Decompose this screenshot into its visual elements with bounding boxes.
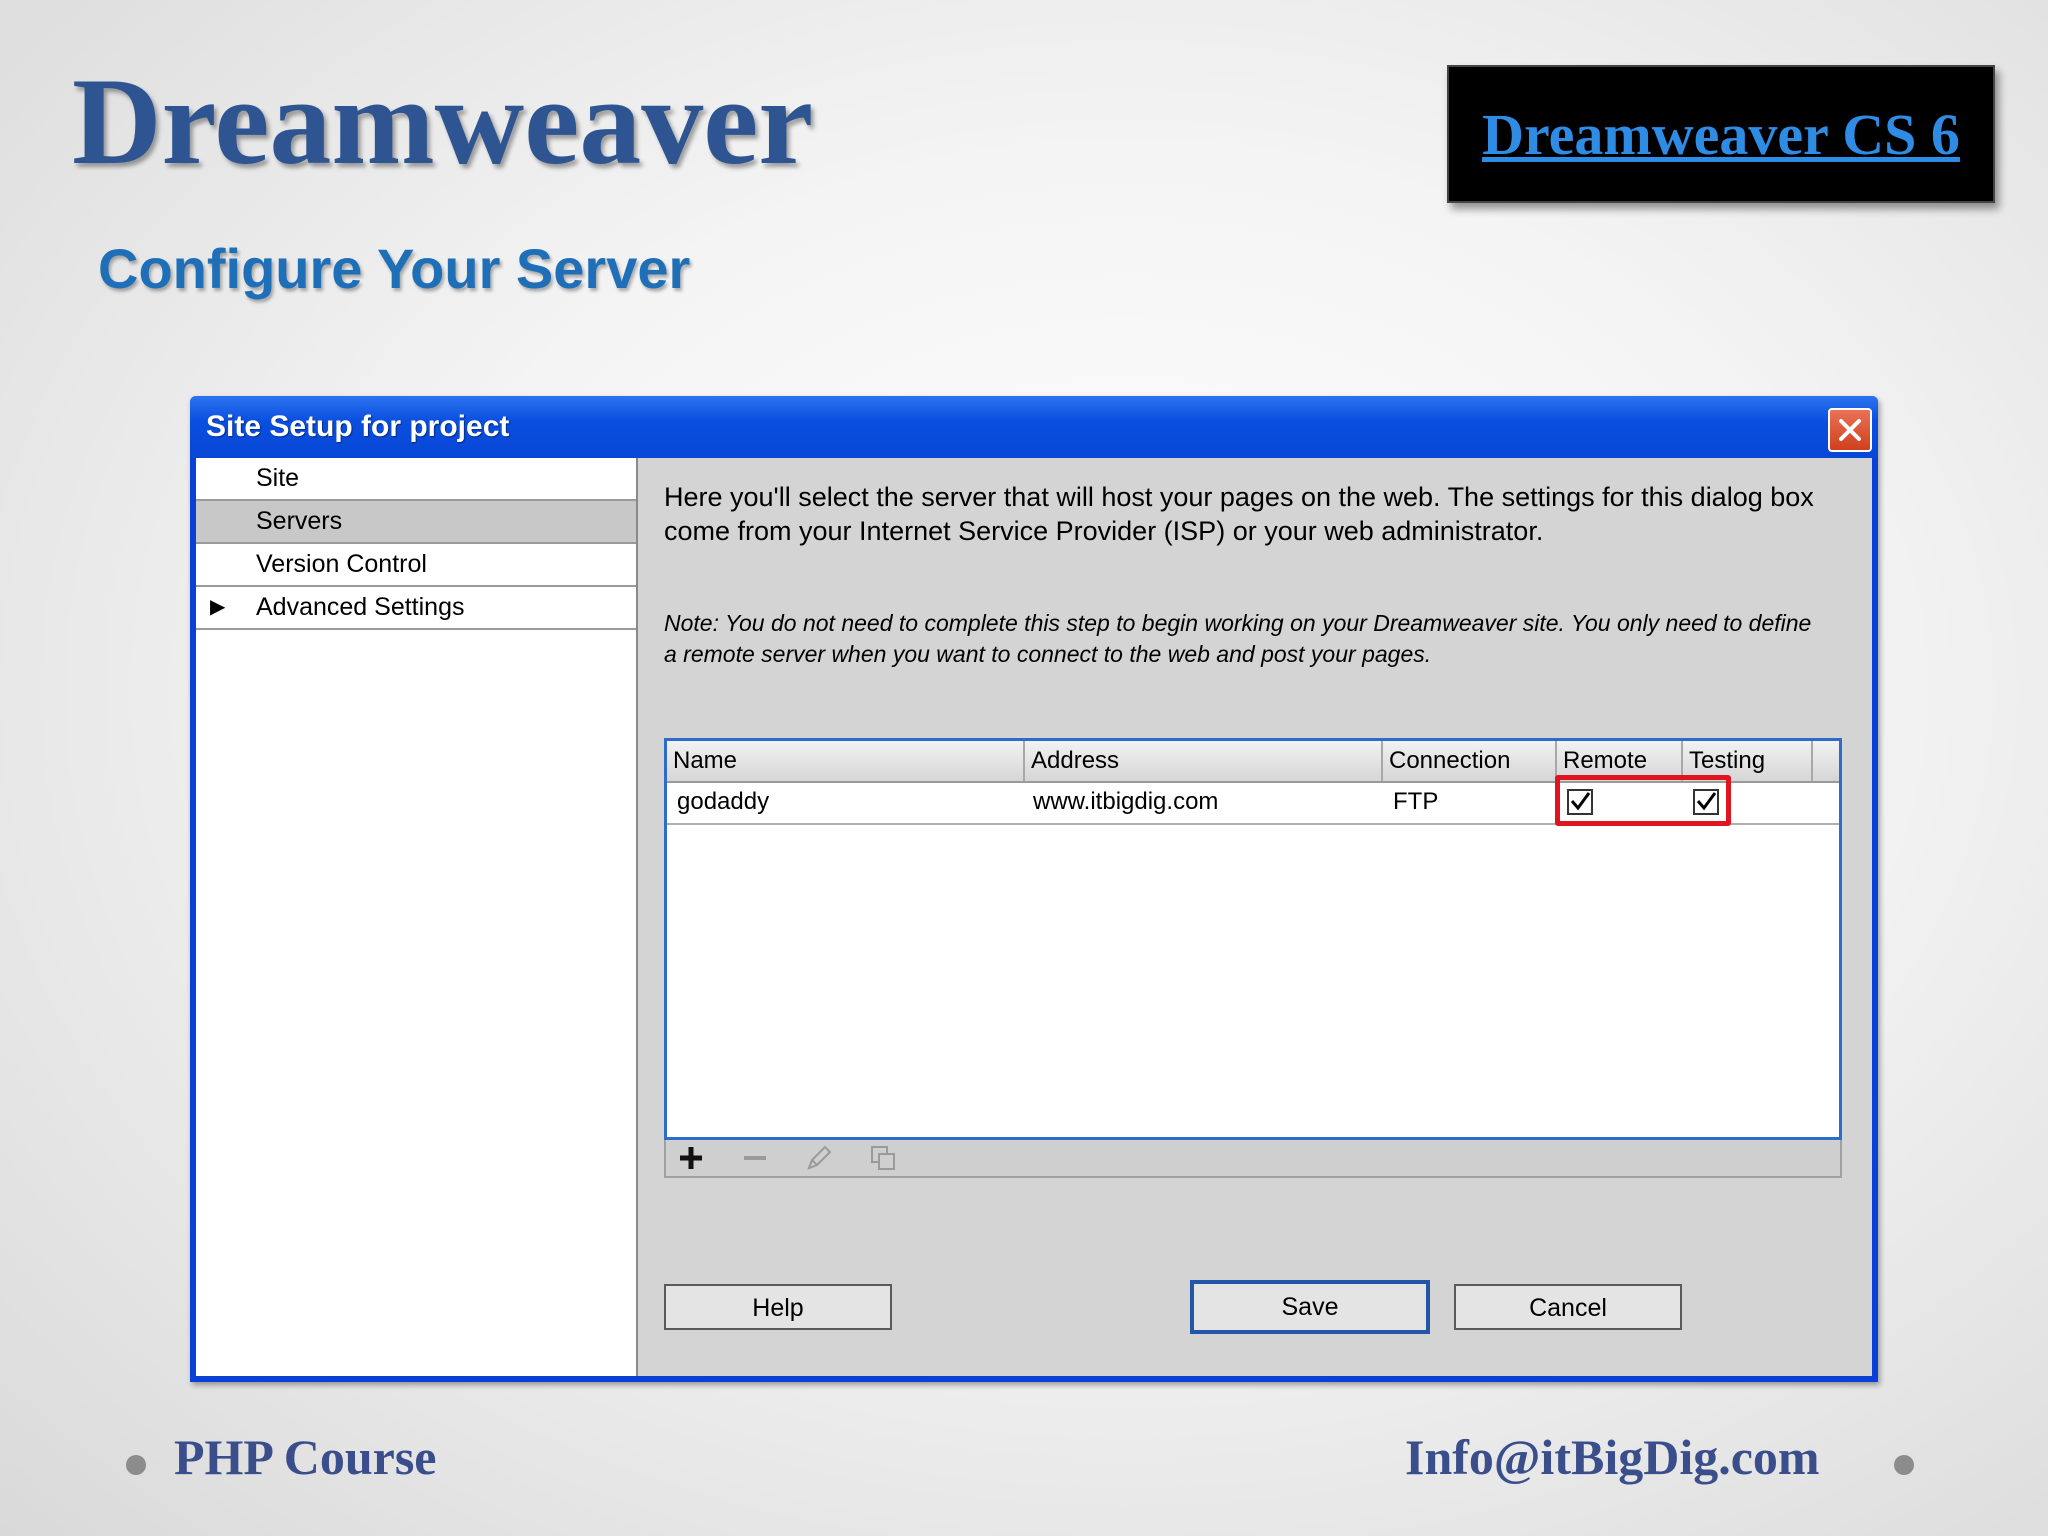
duplicate-icon bbox=[871, 1146, 895, 1170]
dialog-title: Site Setup for project bbox=[206, 410, 510, 443]
slide-title: Dreamweaver bbox=[72, 53, 814, 190]
footer-bullet-left bbox=[126, 1455, 146, 1475]
column-header-connection[interactable]: Connection bbox=[1383, 741, 1557, 781]
nav-item-label: Version Control bbox=[256, 550, 427, 578]
nav-item-label: Site bbox=[256, 464, 300, 492]
expand-arrow-icon[interactable]: ▶ bbox=[210, 587, 225, 628]
remote-testing-highlight bbox=[1555, 775, 1731, 826]
footer-course: PHP Course bbox=[174, 1429, 437, 1485]
footer-email: Info@itBigDig.com bbox=[1405, 1429, 1820, 1485]
server-connection: FTP bbox=[1393, 788, 1439, 815]
nav-item-servers[interactable]: Servers bbox=[196, 501, 636, 544]
version-link[interactable]: Dreamweaver CS 6 bbox=[1482, 101, 1960, 168]
slide-subtitle: Configure Your Server bbox=[98, 237, 691, 300]
column-header-address[interactable]: Address bbox=[1025, 741, 1383, 781]
nav-item-site[interactable]: Site bbox=[196, 458, 636, 501]
close-button[interactable] bbox=[1828, 408, 1872, 452]
add-icon bbox=[680, 1147, 702, 1169]
site-setup-dialog: Site Setup for project Site Servers Vers… bbox=[190, 396, 1878, 1382]
footer-bullet-right bbox=[1894, 1455, 1914, 1475]
dialog-titlebar[interactable]: Site Setup for project bbox=[190, 396, 1878, 458]
server-name: godaddy bbox=[677, 788, 770, 815]
cancel-button[interactable]: Cancel bbox=[1454, 1284, 1682, 1330]
dialog-body: Site Servers Version Control ▶ Advanced … bbox=[196, 458, 1872, 1376]
edit-icon bbox=[807, 1145, 832, 1170]
nav-item-label: Servers bbox=[256, 507, 343, 535]
servers-description: Here you'll select the server that will … bbox=[664, 482, 1814, 546]
save-button[interactable]: Save bbox=[1190, 1280, 1430, 1334]
close-icon bbox=[1839, 419, 1861, 441]
servers-panel: Here you'll select the server that will … bbox=[638, 458, 1872, 1376]
servers-note: Note: You do not need to complete this s… bbox=[664, 610, 1812, 667]
nav-item-version-control[interactable]: Version Control bbox=[196, 544, 636, 587]
server-address: www.itbigdig.com bbox=[1033, 788, 1219, 815]
edit-server-button[interactable] bbox=[802, 1142, 836, 1174]
nav-item-label: Advanced Settings bbox=[256, 593, 465, 621]
server-table-toolbar bbox=[664, 1140, 1842, 1178]
remove-icon bbox=[744, 1156, 766, 1160]
remove-server-button[interactable] bbox=[738, 1142, 772, 1174]
version-badge: Dreamweaver CS 6 bbox=[1447, 65, 1995, 203]
add-server-button[interactable] bbox=[674, 1142, 708, 1174]
nav-item-advanced-settings[interactable]: ▶ Advanced Settings bbox=[196, 587, 636, 630]
duplicate-server-button[interactable] bbox=[866, 1142, 900, 1174]
help-button[interactable]: Help bbox=[664, 1284, 892, 1330]
column-header-name[interactable]: Name bbox=[667, 741, 1025, 781]
category-list: Site Servers Version Control ▶ Advanced … bbox=[196, 458, 638, 1376]
